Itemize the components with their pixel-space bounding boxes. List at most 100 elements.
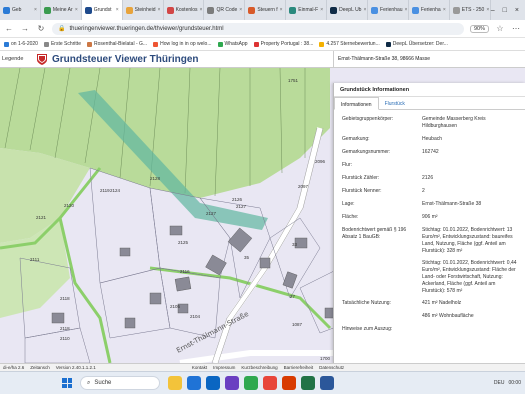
parcel-label: 2121	[36, 215, 47, 220]
status-item[interactable]: Kurzbeschreibung	[241, 365, 277, 370]
parcel-label: 2119	[100, 188, 110, 193]
tray-language[interactable]: DEU	[494, 380, 505, 386]
tab-close-icon[interactable]: ×	[239, 7, 242, 13]
bookmark-item[interactable]: 4.257 Sternebewertun...	[319, 41, 380, 47]
status-item[interactable]: Impressum	[213, 365, 235, 370]
address-search-field[interactable]: Ernst-Thälmann-Straße 38, 98666 Masse	[333, 51, 525, 67]
bookmark-item[interactable]: How log in in op welo...	[153, 41, 212, 47]
browser-tab[interactable]: DeepL Ub ×	[327, 0, 369, 20]
panel-title: Grundstück Informationen	[334, 83, 525, 97]
bookmark-icon	[319, 41, 325, 47]
parcel-label: 2126	[232, 197, 243, 202]
bookmark-label: WhatsApp	[224, 41, 248, 47]
parcel-label: 2124	[110, 188, 121, 193]
status-item[interactable]: Datenschutz	[319, 365, 344, 370]
url-field[interactable]: 🔒 thueringenviewer.thueringen.de/thviewe…	[52, 22, 464, 35]
tab-close-icon[interactable]: ×	[320, 7, 323, 13]
bookmark-item[interactable]: on 1-6-2020	[4, 41, 38, 47]
tab-close-icon[interactable]: ×	[486, 7, 489, 13]
browser-tab[interactable]: Meine Ar ×	[41, 0, 82, 20]
tab-label: Kostenlos	[175, 7, 198, 13]
bookmark-item[interactable]: Erste Schritte	[43, 41, 81, 47]
whatsapp-icon[interactable]	[244, 376, 258, 390]
info-row: Lage: Ernst-Thälmann-Straße 38	[334, 200, 525, 209]
tab-flurstueck[interactable]: Flurstück	[379, 97, 411, 109]
tab-label: Einmal-F	[298, 7, 319, 13]
browser-tab-bar: Geb × Meine Ar × Grundst × Steinheid × Kostenlos…	[0, 0, 525, 20]
taskbar-search[interactable]: ⌕ Suche	[80, 376, 160, 390]
parcel-label: 2118	[60, 326, 70, 331]
info-value: Stichtag: 01.01.2022, Bodenrichtwert: 0,…	[422, 260, 517, 294]
browser-tab[interactable]: Grundst ×	[81, 0, 123, 20]
file-explorer-icon[interactable]	[168, 376, 182, 390]
windows-start-icon[interactable]	[62, 378, 72, 388]
info-value: 421 m² Nadelholz	[422, 300, 462, 306]
excel-icon[interactable]	[301, 376, 315, 390]
tab-informationen[interactable]: Informationen	[334, 97, 379, 110]
tab-close-icon[interactable]: ×	[34, 7, 37, 13]
bookmark-item[interactable]: WhatsApp	[217, 41, 248, 47]
tab-close-icon[interactable]: ×	[405, 7, 408, 13]
tab-close-icon[interactable]: ×	[363, 7, 366, 13]
info-key: Flurstück Nenner:	[342, 188, 382, 194]
browser-tab[interactable]: Ferienhau ×	[368, 0, 409, 20]
star-icon[interactable]: ☆	[495, 24, 505, 33]
word-icon[interactable]	[320, 376, 334, 390]
url-text: thueringenviewer.thueringen.de/thviewer/…	[69, 25, 224, 32]
tray-clock[interactable]: 00:00	[508, 380, 521, 386]
bookmark-label: on 1-6-2020	[11, 41, 38, 47]
tab-favicon-icon	[43, 6, 51, 14]
minimize-icon[interactable]: –	[491, 7, 495, 14]
browser-tab[interactable]: Steuern f ×	[245, 0, 287, 20]
maximize-icon[interactable]: □	[503, 7, 507, 14]
bookmark-item[interactable]: DeepL Übersetzer: Der...	[385, 41, 448, 47]
bookmark-item[interactable]: Rosenthal-Bielatal - G...	[86, 41, 147, 47]
outlook-icon[interactable]	[206, 376, 220, 390]
status-item[interactable]: Kontakt	[192, 365, 207, 370]
forward-icon[interactable]: →	[20, 24, 30, 33]
info-row: Fläche: 906 m²	[334, 213, 525, 222]
back-icon[interactable]: ←	[4, 24, 14, 33]
taskbar-search-label: Suche	[94, 380, 112, 386]
zoom-level[interactable]: 90%	[469, 24, 489, 33]
tab-close-icon[interactable]: ×	[158, 7, 161, 13]
teams-icon[interactable]	[225, 376, 239, 390]
legend-button[interactable]: Legende	[0, 56, 30, 62]
app-title: Grundsteuer Viewer Thüringen	[52, 53, 199, 65]
chrome-icon[interactable]	[263, 376, 277, 390]
taskbar-apps	[168, 376, 334, 390]
status-item[interactable]: Barrierefreiheit	[284, 365, 314, 370]
search-icon: ⌕	[87, 379, 91, 386]
bookmark-item[interactable]: Property Portugal : 38...	[253, 41, 314, 47]
browser-tab[interactable]: Ferienha ×	[409, 0, 450, 20]
tab-favicon-icon	[452, 6, 460, 14]
tab-close-icon[interactable]: ×	[443, 7, 446, 13]
info-value	[422, 326, 517, 333]
tab-close-icon[interactable]: ×	[75, 7, 78, 13]
tab-favicon-icon	[166, 6, 174, 14]
browser-tab[interactable]: Einmal-F ×	[286, 0, 328, 20]
menu-icon[interactable]: ⋯	[511, 24, 521, 33]
edge-icon[interactable]	[187, 376, 201, 390]
browser-tab[interactable]: ETS - 250 ×	[450, 0, 491, 20]
browser-tab[interactable]: Kostenlos ×	[164, 0, 205, 20]
browser-tab[interactable]: Geb ×	[0, 0, 41, 20]
tab-close-icon[interactable]: ×	[280, 7, 283, 13]
panel-rows: Gebietsgruppenkörper: Gemeinde Masserberg…	[334, 110, 525, 334]
close-window-icon[interactable]: ×	[515, 7, 519, 14]
tab-favicon-icon	[3, 6, 10, 14]
office-icon[interactable]	[282, 376, 296, 390]
info-key	[342, 260, 422, 295]
tab-close-icon[interactable]: ×	[200, 7, 203, 13]
browser-tab[interactable]: QR Code ×	[204, 0, 246, 20]
bookmark-label: Property Portugal : 38...	[260, 41, 314, 47]
parcel-label: 1751	[288, 78, 299, 83]
tab-close-icon[interactable]: ×	[116, 7, 119, 13]
parcel-label: 2096	[315, 159, 326, 164]
tab-label: Grundst	[93, 7, 112, 13]
browser-tab[interactable]: Steinheid ×	[123, 0, 164, 20]
info-value: 906 m²	[422, 214, 438, 220]
reload-icon[interactable]: ↻	[36, 24, 46, 33]
info-key: Flurstück Zähler:	[342, 175, 380, 181]
tab-favicon-icon	[289, 6, 297, 14]
